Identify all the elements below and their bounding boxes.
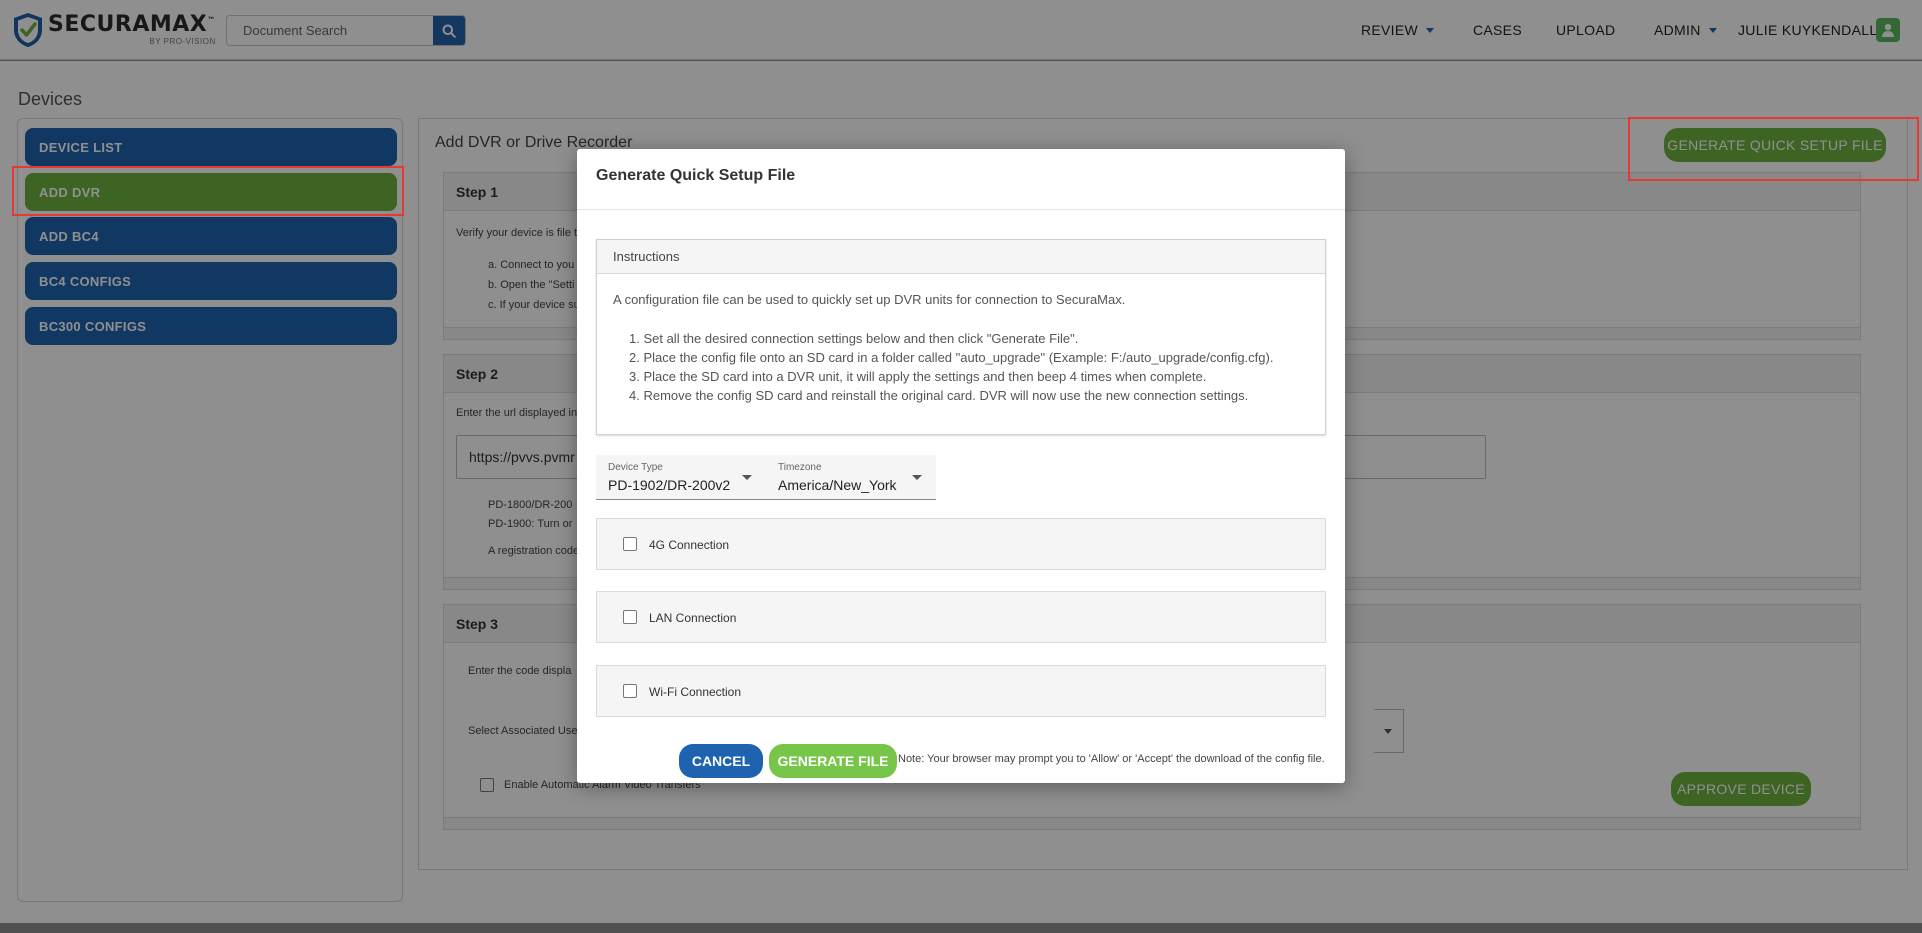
- generate-quick-setup-dialog: Generate Quick Setup File Instructions A…: [577, 149, 1345, 783]
- connection-4g-panel[interactable]: 4G Connection: [596, 518, 1326, 570]
- connection-wifi-checkbox[interactable]: [623, 684, 637, 698]
- instruction-step-3: 3. Place the SD card into a DVR unit, it…: [629, 369, 1207, 384]
- download-note: Note: Your browser may prompt you to 'Al…: [898, 753, 1325, 765]
- timezone-label: Timezone: [778, 462, 822, 473]
- highlight-add-dvr: [12, 166, 404, 216]
- chevron-down-icon: [742, 475, 752, 480]
- dialog-title: Generate Quick Setup File: [596, 167, 796, 184]
- timezone-value: America/New_York: [778, 477, 897, 493]
- connection-lan-checkbox[interactable]: [623, 610, 637, 624]
- connection-wifi-label: Wi-Fi Connection: [649, 685, 742, 699]
- connection-4g-checkbox[interactable]: [623, 537, 637, 551]
- connection-lan-panel[interactable]: LAN Connection: [596, 591, 1326, 643]
- device-type-label: Device Type: [608, 462, 663, 473]
- connection-4g-label: 4G Connection: [649, 538, 730, 552]
- instructions-panel: Instructions A configuration file can be…: [596, 239, 1326, 435]
- generate-file-button[interactable]: GENERATE FILE: [769, 744, 897, 778]
- instructions-intro: A configuration file can be used to quic…: [613, 292, 1126, 307]
- instruction-step-1: 1. Set all the desired connection settin…: [629, 331, 1079, 346]
- instructions-header: Instructions: [597, 240, 1325, 274]
- chevron-down-icon: [912, 475, 922, 480]
- timezone-select[interactable]: Timezone America/New_York: [766, 455, 936, 500]
- device-type-select[interactable]: Device Type PD-1902/DR-200v2: [596, 455, 766, 500]
- dialog-divider: [577, 209, 1345, 210]
- connection-lan-label: LAN Connection: [649, 611, 737, 625]
- cancel-button[interactable]: CANCEL: [679, 744, 763, 778]
- instruction-step-4: 4. Remove the config SD card and reinsta…: [629, 388, 1249, 403]
- highlight-generate-quick-setup: [1628, 117, 1919, 181]
- device-type-value: PD-1902/DR-200v2: [608, 477, 731, 493]
- connection-wifi-panel[interactable]: Wi-Fi Connection: [596, 665, 1326, 717]
- instruction-step-2: 2. Place the config file onto an SD card…: [629, 350, 1274, 365]
